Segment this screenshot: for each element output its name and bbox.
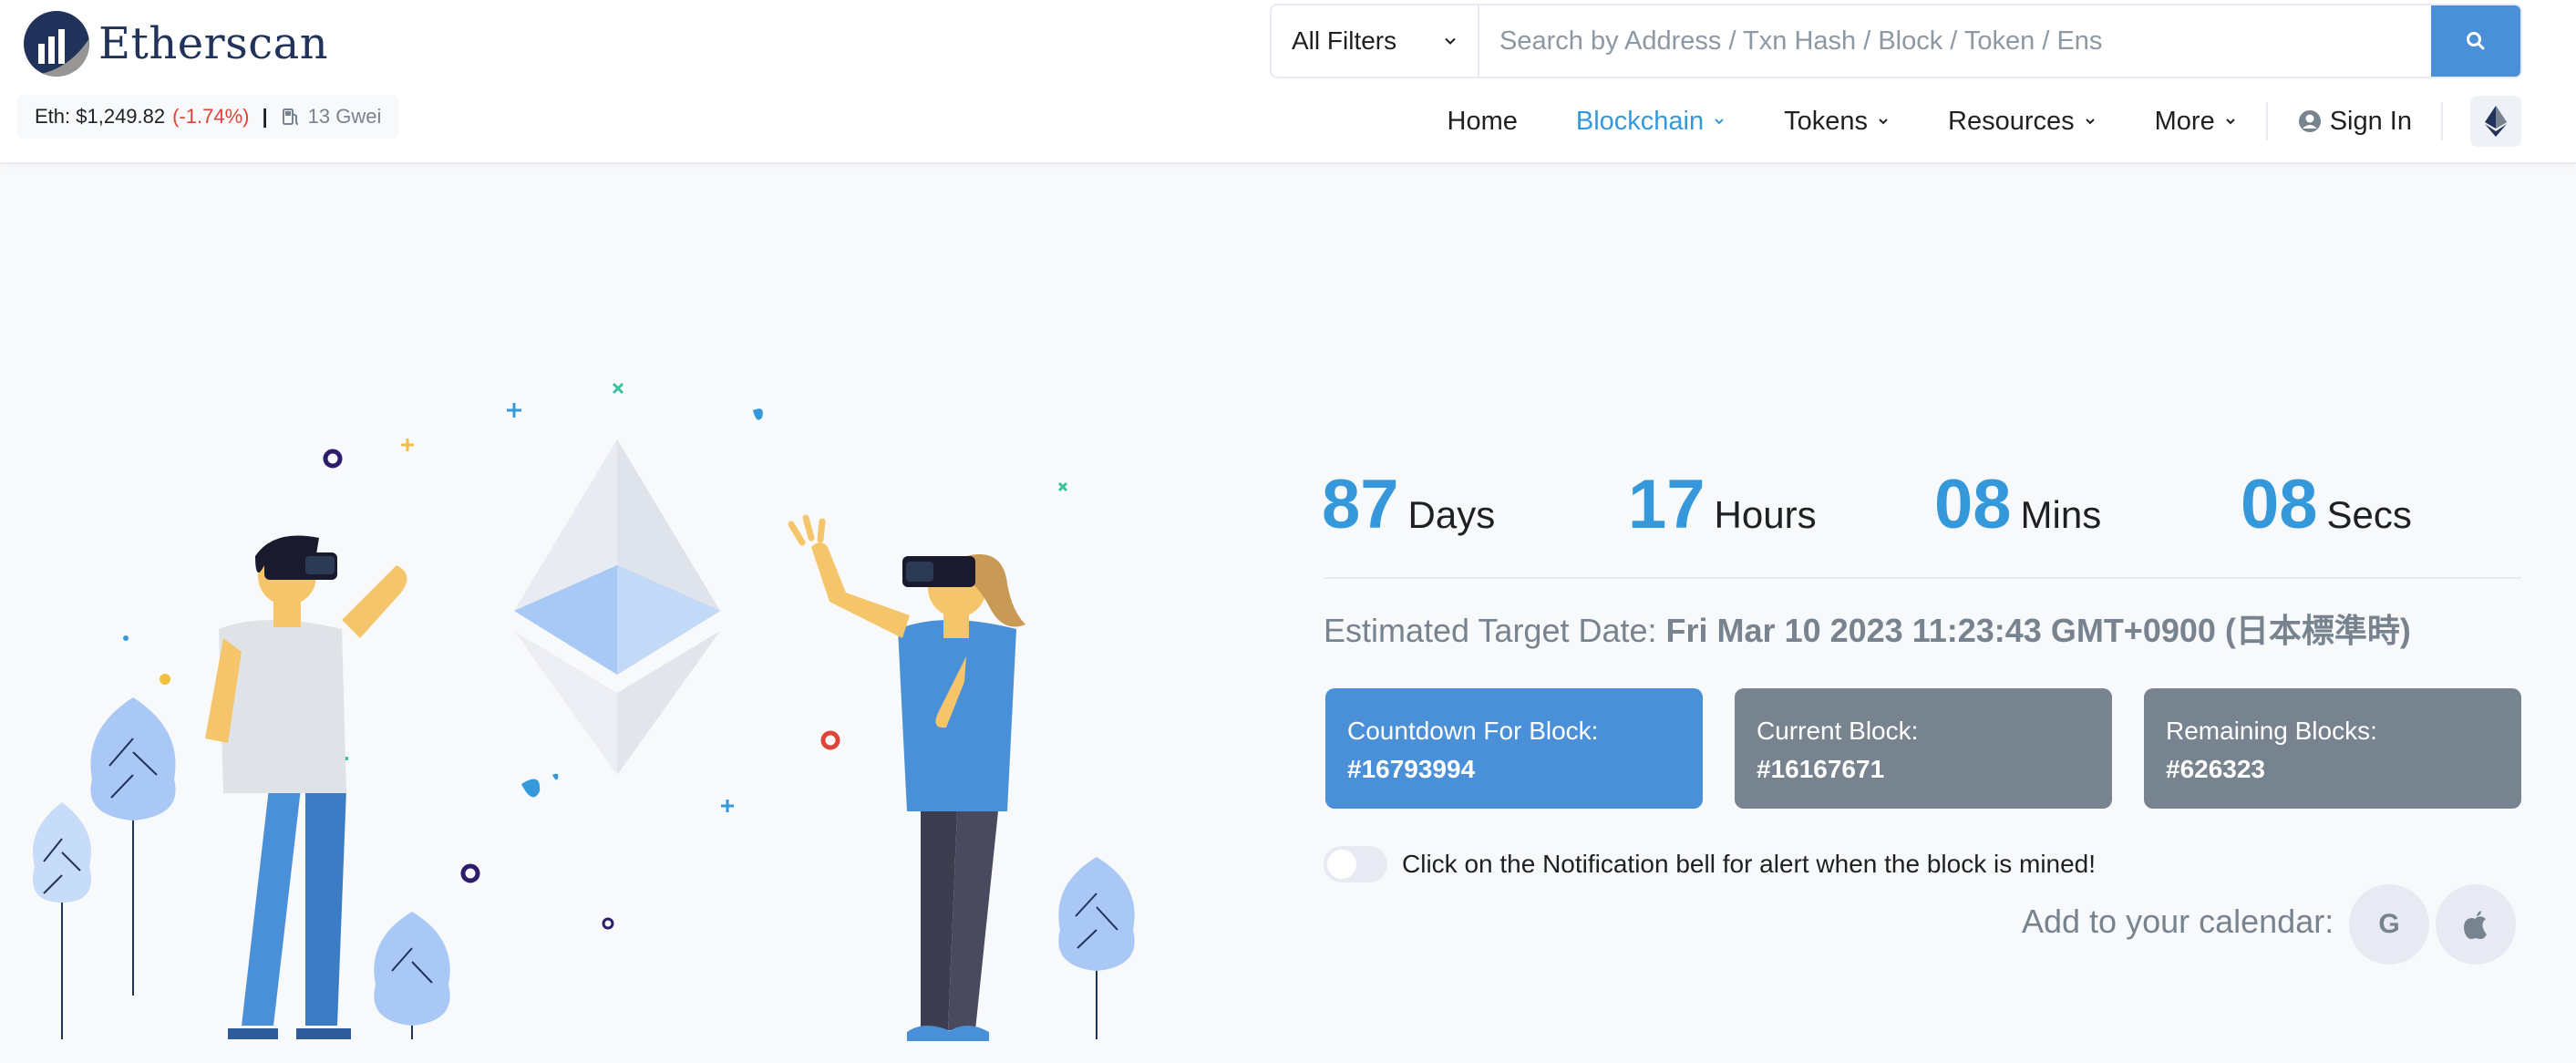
gas-price[interactable]: 13 Gwei — [281, 105, 382, 129]
countdown-secs-label: Secs — [2326, 493, 2412, 536]
countdown-block-card: Countdown For Block: #16793994 — [1325, 688, 1703, 809]
gas-price-value: 13 Gwei — [307, 105, 382, 128]
chevron-down-icon — [1879, 119, 1888, 125]
countdown-days-value: 87 — [1322, 466, 1399, 543]
apple-icon — [2464, 911, 2487, 939]
countdown-divider — [1324, 577, 2521, 579]
gas-pump-icon — [282, 108, 298, 125]
ethereum-icon — [2485, 106, 2507, 137]
eth-price[interactable]: Eth: $1,249.82 — [35, 105, 165, 129]
site-header: Etherscan Eth: $1,249.82 (-1.74%) | 13 G… — [0, 0, 2576, 164]
search-filter-select[interactable]: All Filters — [1272, 5, 1479, 77]
brand-name: Etherscan — [98, 18, 329, 69]
card-value[interactable]: #16167671 — [1757, 750, 2090, 789]
vr-illustration — [33, 382, 1135, 1041]
card-value: #16793994 — [1347, 755, 1476, 783]
countdown-hours-label: Hours — [1714, 493, 1817, 536]
notification-row: Click on the Notification bell for alert… — [1324, 846, 2096, 882]
nav-home[interactable]: Home — [1418, 107, 1547, 137]
countdown-days-label: Days — [1407, 493, 1496, 536]
countdown-days: 87 Days — [1322, 465, 1495, 544]
search-button[interactable] — [2431, 5, 2520, 77]
google-icon: G — [2378, 909, 2400, 939]
card-value: #626323 — [2166, 755, 2266, 783]
estimated-target-date: Estimated Target Date: Fri Mar 10 2023 1… — [1324, 604, 2411, 652]
main-nav: Home Blockchain Tokens Resources More Si… — [1418, 91, 2521, 151]
calendar-label: Add to your calendar: — [2022, 903, 2334, 940]
search-bar: All Filters — [1270, 4, 2522, 78]
nav-resources-label: Resources — [1948, 106, 2075, 136]
price-separator: | — [262, 105, 268, 128]
target-date-value: Fri Mar 10 2023 11:23:43 GMT+0900 (日本標準時… — [1665, 612, 2411, 649]
chevron-down-icon — [1445, 37, 1456, 45]
nav-tokens[interactable]: Tokens — [1755, 107, 1919, 137]
card-label: Remaining Blocks: — [2166, 717, 2377, 745]
apple-calendar-button[interactable] — [2436, 884, 2516, 965]
countdown-mins-value: 08 — [1934, 466, 2012, 543]
sign-in-link[interactable]: Sign In — [2268, 107, 2441, 137]
nav-home-label: Home — [1447, 106, 1518, 136]
user-circle-icon — [2298, 110, 2321, 132]
countdown-secs: 08 Secs — [2241, 465, 2412, 544]
nav-divider — [2441, 102, 2443, 140]
search-icon — [2467, 32, 2485, 50]
countdown-mins: 08 Mins — [1934, 465, 2101, 544]
notification-text: Click on the Notification bell for alert… — [1402, 850, 2097, 878]
nav-blockchain[interactable]: Blockchain — [1547, 107, 1755, 137]
nav-resources[interactable]: Resources — [1919, 107, 2126, 137]
search-filter-label: All Filters — [1292, 26, 1397, 55]
sign-in-label: Sign In — [2329, 106, 2412, 136]
chevron-down-icon — [1715, 119, 1724, 125]
current-block-card: Current Block: #16167671 — [1735, 688, 2112, 809]
countdown-mins-label: Mins — [2020, 493, 2102, 536]
eth-price-bar: Eth: $1,249.82 (-1.74%) | 13 Gwei — [16, 95, 400, 139]
countdown-secs-value: 08 — [2241, 466, 2318, 543]
target-date-label: Estimated Target Date: — [1324, 612, 1657, 649]
etherscan-logo-icon — [24, 11, 89, 77]
countdown-hours: 17 Hours — [1628, 465, 1817, 544]
person-right — [788, 514, 1025, 1041]
chevron-down-icon — [2225, 119, 2235, 125]
etherscan-logo[interactable]: Etherscan — [24, 11, 328, 77]
notification-toggle[interactable] — [1324, 846, 1387, 882]
network-switch-button[interactable] — [2470, 96, 2521, 147]
nav-more-label: More — [2154, 106, 2215, 136]
eth-price-change: (-1.74%) — [172, 105, 250, 128]
nav-blockchain-label: Blockchain — [1575, 106, 1705, 136]
card-label: Countdown For Block: — [1347, 717, 1599, 745]
google-calendar-button[interactable]: G — [2349, 884, 2429, 965]
countdown-hours-value: 17 — [1628, 466, 1705, 543]
chevron-down-icon — [2085, 119, 2095, 125]
ethereum-diamond — [514, 439, 720, 775]
nav-more[interactable]: More — [2126, 107, 2266, 137]
card-label: Current Block: — [1757, 717, 1919, 745]
search-input[interactable] — [1479, 5, 2431, 77]
remaining-blocks-card: Remaining Blocks: #626323 — [2144, 688, 2521, 809]
toggle-knob — [1327, 850, 1356, 879]
nav-tokens-label: Tokens — [1784, 106, 1868, 136]
